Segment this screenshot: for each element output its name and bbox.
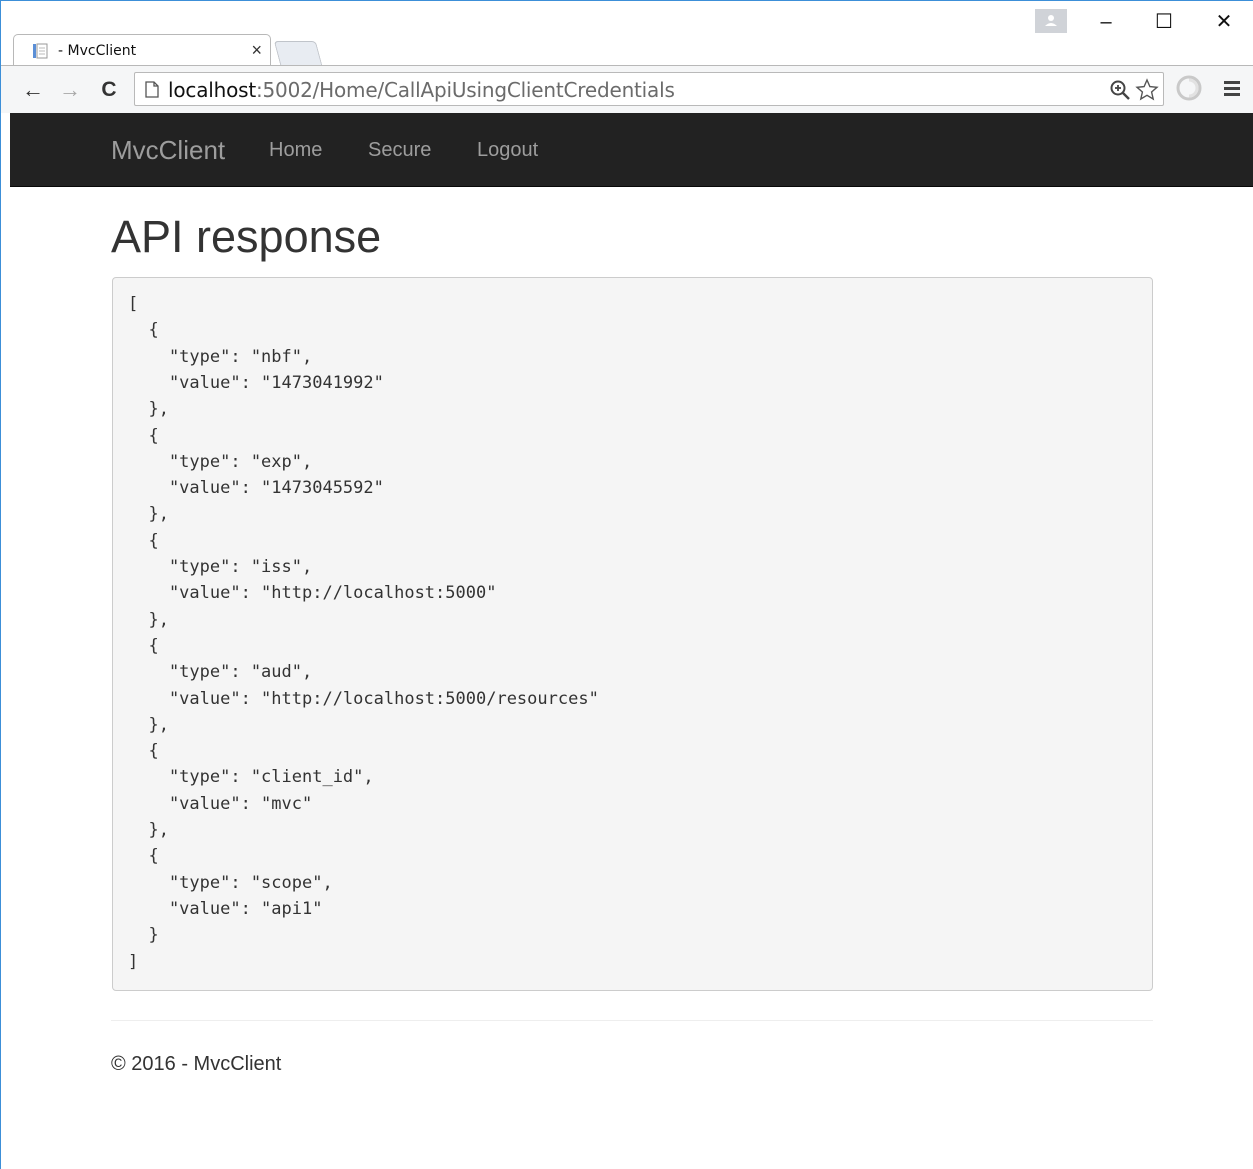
menu-icon[interactable] (1221, 77, 1243, 99)
bookmark-star-icon[interactable] (1135, 78, 1159, 102)
code-line: "type": "client_id", (128, 767, 374, 788)
profile-button[interactable] (1035, 9, 1067, 33)
code-line: "value": "mvc" (128, 793, 313, 814)
code-line: [ (128, 294, 139, 314)
code-line: } (128, 925, 159, 946)
user-icon (1045, 15, 1057, 26)
code-line: "value": "http://localhost:5000/resource… (128, 688, 599, 709)
tab-title: - MvcClient (58, 43, 137, 59)
code-line: ] (128, 951, 139, 972)
code-line: { (128, 741, 159, 762)
code-line: { (128, 846, 159, 867)
page-icon (33, 43, 48, 59)
code-line: "type": "exp", (128, 451, 313, 472)
browser-window: - MvcClient × – ☐ ✕ ← → C localhost:5002… (0, 0, 1253, 1169)
code-line: { (128, 530, 159, 551)
nav-link-secure[interactable]: Secure (368, 139, 431, 162)
url-host: localhost (168, 78, 256, 102)
code-line: "value": "1473045592" (128, 478, 384, 499)
forward-icon[interactable]: → (57, 78, 83, 102)
api-response-code-block: [ { "type": "nbf", "value": "1473041992"… (112, 277, 1153, 991)
code-line: "type": "iss", (128, 557, 313, 577)
page-info-icon (145, 81, 159, 98)
close-window-button[interactable]: ✕ (1201, 7, 1247, 37)
new-tab-button[interactable] (273, 41, 323, 65)
code-line: }, (128, 820, 169, 840)
navbar-brand-link[interactable]: MvcClient (111, 135, 225, 166)
reload-icon[interactable]: C (96, 78, 122, 102)
tab-close-icon[interactable]: × (251, 39, 262, 61)
site-navbar: MvcClient Home Secure Logout (10, 113, 1253, 187)
browser-tab[interactable]: - MvcClient × (13, 34, 271, 66)
minimize-button[interactable]: – (1083, 7, 1129, 37)
browser-toolbar: ← → C localhost:5002/Home/CallApiUsingCl… (1, 65, 1253, 113)
address-bar[interactable]: localhost:5002/Home/CallApiUsingClientCr… (134, 72, 1164, 106)
code-line: "type": "aud", (128, 662, 313, 683)
code-line: "value": "1473041992" (128, 372, 384, 393)
code-line: }, (128, 504, 169, 525)
page-title: API response (111, 211, 382, 262)
code-line: "type": "nbf", (128, 346, 313, 367)
maximize-button[interactable]: ☐ (1141, 7, 1187, 37)
code-line: "value": "http://localhost:5000" (128, 583, 497, 604)
footer-divider (111, 1020, 1153, 1021)
code-line: }, (128, 399, 169, 420)
code-line: { (128, 425, 159, 446)
zoom-icon[interactable] (1108, 78, 1132, 102)
extension-icon[interactable] (1176, 75, 1202, 101)
title-bar: - MvcClient × – ☐ ✕ (1, 1, 1253, 67)
back-icon[interactable]: ← (20, 78, 46, 102)
code-line: }, (128, 714, 169, 735)
code-line: }, (128, 609, 169, 630)
code-line: { (128, 320, 159, 341)
url-text[interactable]: localhost:5002/Home/CallApiUsingClientCr… (168, 78, 675, 102)
code-line: { (128, 635, 159, 656)
nav-link-home[interactable]: Home (269, 139, 322, 162)
footer-copyright: © 2016 - MvcClient (111, 1053, 282, 1075)
nav-link-logout[interactable]: Logout (477, 139, 538, 162)
code-line: "value": "api1" (128, 898, 323, 919)
url-path: :5002/Home/CallApiUsingClientCredentials (255, 78, 675, 102)
code-line: "type": "scope", (128, 872, 333, 893)
